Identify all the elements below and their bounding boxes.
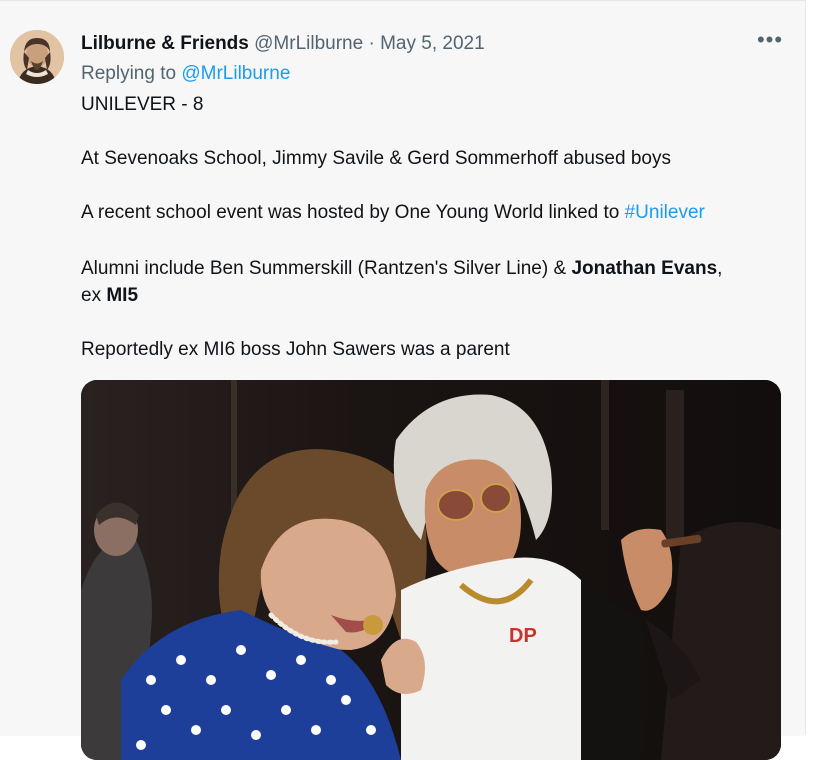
tweet-text-line-4: Alumni include Ben Summerskill (Rantzen'… [81, 255, 722, 282]
avatar-portrait [10, 30, 64, 84]
replying-to-handle-link[interactable]: @MrLilburne [181, 63, 290, 84]
tweet-text-line-3-text: A recent school event was hosted by One … [81, 202, 625, 223]
tweet-text-line-4-end: , [717, 258, 723, 279]
shirt-logo: DP [509, 625, 537, 647]
photo-illustration: DP [81, 380, 781, 760]
avatar[interactable] [10, 30, 64, 84]
bold-mi5: MI5 [106, 285, 139, 306]
tweet-text-line-4-text: Alumni include Ben Summerskill (Rantzen'… [81, 258, 572, 279]
tweet-text-line-6: Reportedly ex MI6 boss John Sawers was a… [81, 339, 510, 360]
more-horizontal-icon[interactable]: ••• [756, 29, 784, 55]
replying-to-label: Replying to [81, 63, 177, 84]
tweet-text-line-5: ex MI5 [81, 282, 138, 309]
tweet-text-line-3: A recent school event was hosted by One … [81, 199, 705, 226]
tweet-photo[interactable]: DP [81, 380, 781, 760]
tweet-date[interactable]: May 5, 2021 [380, 33, 485, 54]
tweet-header: Lilburne & Friends @MrLilburne · May 5, … [81, 32, 485, 56]
bold-name-jonathan-evans: Jonathan Evans [571, 258, 718, 279]
column-divider [805, 0, 806, 735]
hashtag-unilever-link[interactable]: #Unilever [625, 202, 705, 223]
tweet-text-line-1: UNILEVER - 8 [81, 94, 204, 115]
tweet-text-line-2: At Sevenoaks School, Jimmy Savile & Gerd… [81, 148, 671, 169]
tweet[interactable]: Lilburne & Friends @MrLilburne · May 5, … [0, 0, 805, 760]
tweet-text-line-5-text: ex [81, 285, 107, 306]
display-name[interactable]: Lilburne & Friends [81, 33, 249, 54]
separator-dot: · [368, 33, 375, 54]
handle[interactable]: @MrLilburne [254, 33, 363, 54]
replying-to: Replying to @MrLilburne [81, 62, 290, 86]
